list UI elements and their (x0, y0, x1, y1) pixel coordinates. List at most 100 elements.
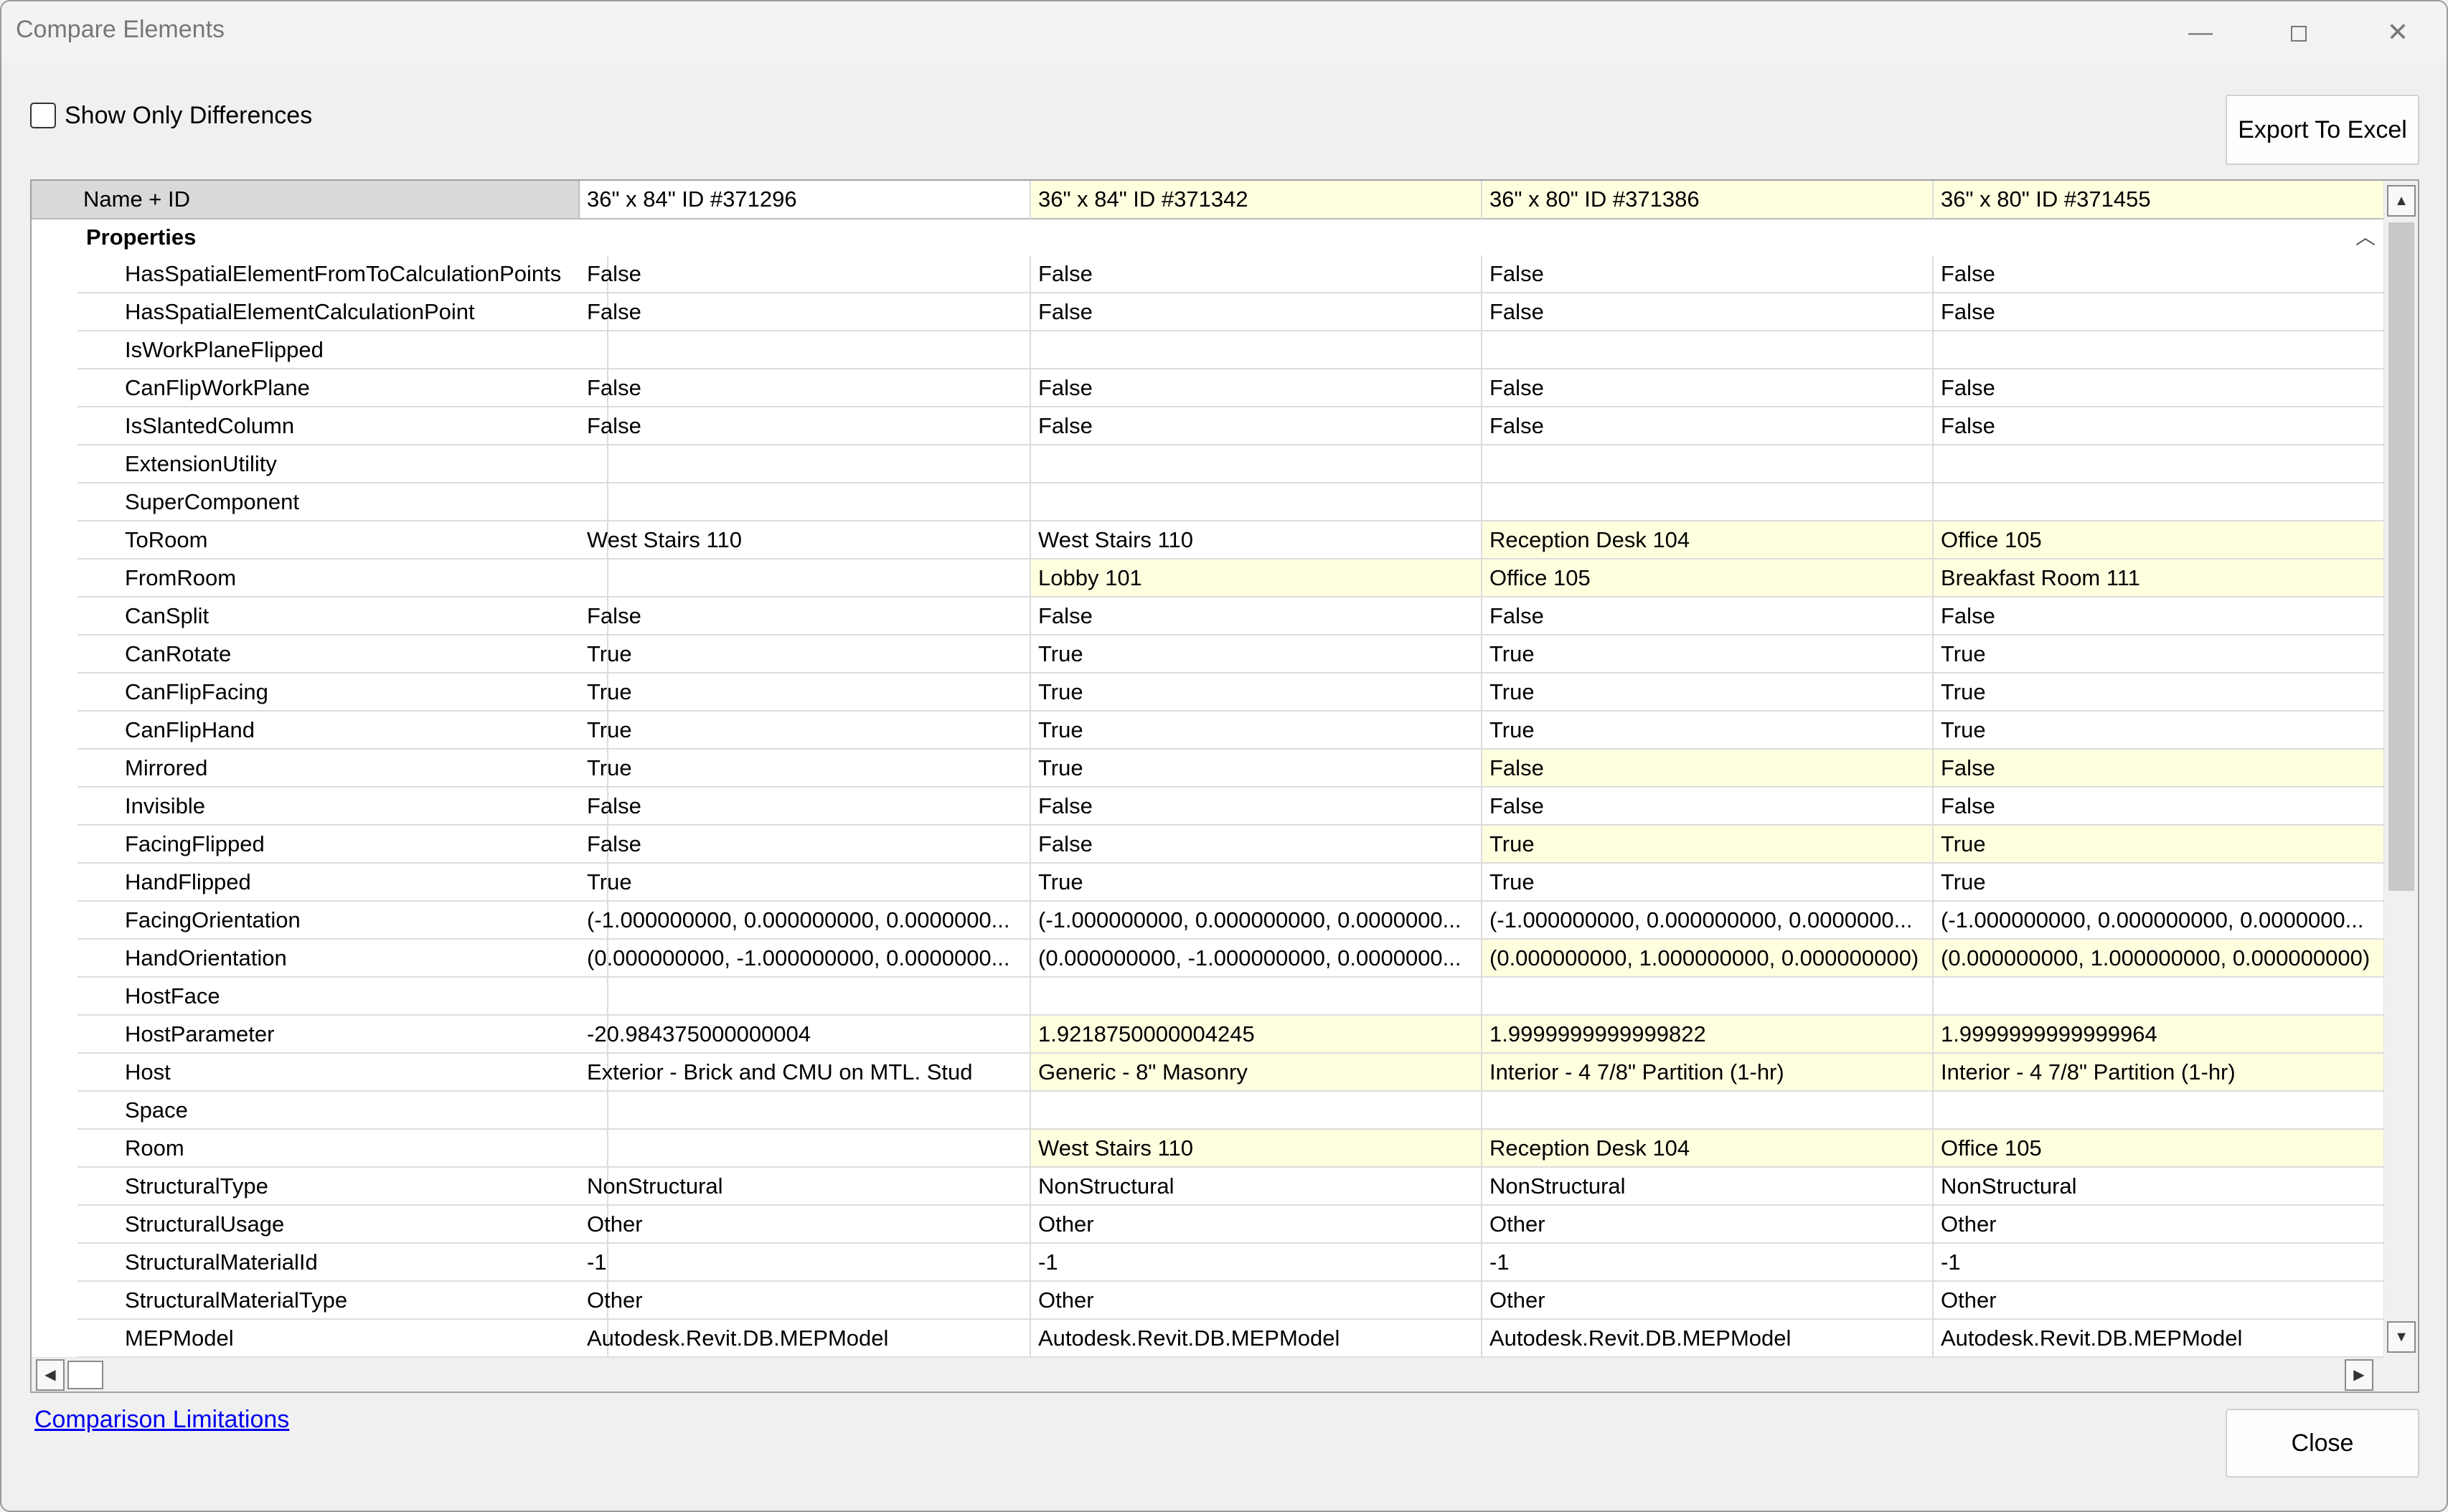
table-row[interactable]: CanFlipHand True True True True (32, 712, 2385, 750)
property-name-cell[interactable]: SuperComponent (77, 483, 608, 521)
table-row[interactable]: ExtensionUtility (32, 445, 2385, 483)
close-button[interactable]: Close (2226, 1409, 2419, 1478)
table-row[interactable]: CanRotate True True True True (32, 635, 2385, 674)
property-value-cell[interactable]: Exterior - Brick and CMU on MTL. Stud (580, 1054, 1031, 1092)
show-only-differences-option[interactable]: Show Only Differences (30, 99, 312, 132)
property-name-cell[interactable]: Room (77, 1130, 608, 1168)
property-value-cell[interactable]: NonStructural (1031, 1168, 1482, 1206)
property-name-cell[interactable]: StructuralUsage (77, 1206, 608, 1244)
table-row[interactable]: Space (32, 1092, 2385, 1130)
table-row[interactable]: IsSlantedColumn False False False False (32, 407, 2385, 445)
property-value-cell[interactable] (1934, 445, 2385, 483)
property-value-cell[interactable]: False (580, 369, 1031, 407)
property-value-cell[interactable]: False (1482, 407, 1934, 445)
property-value-cell[interactable]: False (580, 255, 1031, 293)
property-value-cell[interactable]: Lobby 101 (1031, 559, 1482, 597)
property-value-cell[interactable]: Other (1031, 1282, 1482, 1320)
property-value-cell[interactable]: NonStructural (1934, 1168, 2385, 1206)
property-value-cell[interactable]: False (1482, 597, 1934, 635)
property-value-cell[interactable]: True (1031, 674, 1482, 712)
property-value-cell[interactable] (580, 483, 1031, 521)
property-value-cell[interactable]: True (1934, 864, 2385, 902)
property-value-cell[interactable]: False (1031, 597, 1482, 635)
collapse-icon[interactable]: ︿ (2353, 225, 2378, 250)
property-value-cell[interactable]: Other (580, 1206, 1031, 1244)
table-row[interactable]: ToRoom West Stairs 110 West Stairs 110 Rece… (32, 521, 2385, 559)
property-name-cell[interactable]: Space (77, 1092, 608, 1130)
property-value-cell[interactable]: 1.9218750000004245 (1031, 1016, 1482, 1054)
property-value-cell[interactable]: False (1031, 255, 1482, 293)
property-name-cell[interactable]: HasSpatialElementFromToCalculationPoints (77, 255, 608, 293)
scroll-right-icon[interactable]: ▶ (2345, 1359, 2373, 1391)
property-value-cell[interactable]: False (580, 407, 1031, 445)
property-name-cell[interactable]: HostParameter (77, 1016, 608, 1054)
property-value-cell[interactable]: Autodesk.Revit.DB.MEPModel (580, 1320, 1031, 1358)
table-row[interactable]: Host Exterior - Brick and CMU on MTL. Stu… (32, 1054, 2385, 1092)
property-value-cell[interactable]: True (1031, 635, 1482, 674)
properties-group-row[interactable]: Properties ︿ (32, 219, 2383, 255)
property-value-cell[interactable]: False (1934, 750, 2385, 788)
scroll-left-icon[interactable]: ◀ (36, 1359, 65, 1391)
table-row[interactable]: SuperComponent (32, 483, 2385, 521)
property-value-cell[interactable] (1934, 1092, 2385, 1130)
property-value-cell[interactable] (1031, 445, 1482, 483)
property-value-cell[interactable]: Reception Desk 104 (1482, 1130, 1934, 1168)
property-value-cell[interactable]: False (1031, 407, 1482, 445)
property-value-cell[interactable]: -1 (1934, 1244, 2385, 1282)
minimize-icon[interactable]: — (2179, 14, 2222, 50)
property-value-cell[interactable]: True (1934, 674, 2385, 712)
property-value-cell[interactable] (580, 978, 1031, 1016)
property-value-cell[interactable]: Other (1482, 1282, 1934, 1320)
property-value-cell[interactable]: True (1482, 674, 1934, 712)
property-value-cell[interactable]: False (1934, 597, 2385, 635)
property-value-cell[interactable]: True (1482, 635, 1934, 674)
property-value-cell[interactable]: Breakfast Room 111 (1934, 559, 2385, 597)
property-name-cell[interactable]: FacingOrientation (77, 902, 608, 940)
property-value-cell[interactable]: True (1031, 864, 1482, 902)
property-name-cell[interactable]: HandFlipped (77, 864, 608, 902)
table-row[interactable]: HostParameter -20.984375000000004 1.921875… (32, 1016, 2385, 1054)
property-value-cell[interactable]: NonStructural (1482, 1168, 1934, 1206)
property-name-cell[interactable]: Mirrored (77, 750, 608, 788)
table-row[interactable]: HasSpatialElementCalculationPoint False Fa… (32, 293, 2385, 331)
table-row[interactable]: HostFace (32, 978, 2385, 1016)
property-value-cell[interactable]: Interior - 4 7/8" Partition (1-hr) (1934, 1054, 2385, 1092)
property-value-cell[interactable]: False (1482, 750, 1934, 788)
property-value-cell[interactable]: False (580, 293, 1031, 331)
property-value-cell[interactable]: Other (580, 1282, 1031, 1320)
table-row[interactable]: IsWorkPlaneFlipped (32, 331, 2385, 369)
property-value-cell[interactable]: False (580, 826, 1031, 864)
table-row[interactable]: HandFlipped True True True True (32, 864, 2385, 902)
property-name-cell[interactable]: CanFlipHand (77, 712, 608, 750)
property-value-cell[interactable]: -1 (1482, 1244, 1934, 1282)
table-row[interactable]: CanFlipFacing True True True True (32, 674, 2385, 712)
horizontal-scrollbar[interactable]: ◀ ▶ (32, 1357, 2383, 1391)
table-row[interactable]: Invisible False False False False (32, 788, 2385, 826)
property-value-cell[interactable] (1482, 331, 1934, 369)
property-name-cell[interactable]: IsWorkPlaneFlipped (77, 331, 608, 369)
property-value-cell[interactable]: Office 105 (1934, 1130, 2385, 1168)
property-name-cell[interactable]: StructuralMaterialType (77, 1282, 608, 1320)
close-window-icon[interactable]: ✕ (2376, 14, 2419, 50)
property-value-cell[interactable]: False (1482, 788, 1934, 826)
vertical-scrollbar[interactable]: ▲ ▼ (2383, 181, 2418, 1357)
property-name-cell[interactable]: FromRoom (77, 559, 608, 597)
property-value-cell[interactable]: False (1031, 826, 1482, 864)
property-value-cell[interactable]: Autodesk.Revit.DB.MEPModel (1031, 1320, 1482, 1358)
property-value-cell[interactable] (1934, 483, 2385, 521)
property-name-cell[interactable]: Host (77, 1054, 608, 1092)
property-value-cell[interactable]: False (1031, 369, 1482, 407)
property-value-cell[interactable]: Autodesk.Revit.DB.MEPModel (1482, 1320, 1934, 1358)
export-to-excel-button[interactable]: Export To Excel (2226, 95, 2419, 165)
property-name-cell[interactable]: ToRoom (77, 521, 608, 559)
table-row[interactable]: CanSplit False False False False (32, 597, 2385, 635)
property-name-cell[interactable]: CanFlipFacing (77, 674, 608, 712)
property-value-cell[interactable]: West Stairs 110 (580, 521, 1031, 559)
column-header[interactable]: 36" x 84" ID #371342 (1031, 181, 1482, 219)
property-value-cell[interactable]: False (1934, 788, 2385, 826)
property-value-cell[interactable] (1031, 483, 1482, 521)
property-value-cell[interactable]: False (580, 597, 1031, 635)
property-value-cell[interactable]: Office 105 (1482, 559, 1934, 597)
property-name-cell[interactable]: StructuralType (77, 1168, 608, 1206)
property-value-cell[interactable]: (0.000000000, 1.000000000, 0.000000000) (1934, 940, 2385, 978)
